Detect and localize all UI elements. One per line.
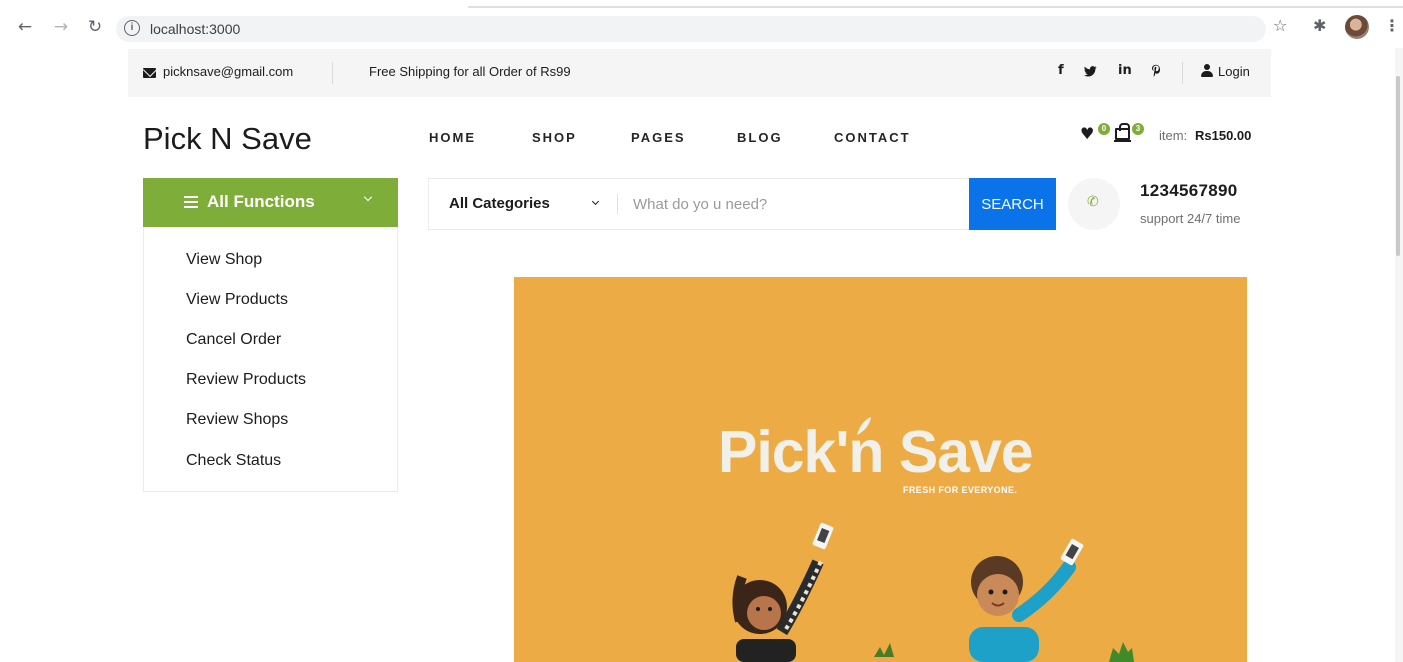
profile-avatar[interactable] [1345,15,1369,39]
functions-list: View Shop View Products Cancel Order Rev… [143,227,398,492]
nav-contact[interactable]: CONTACT [834,130,911,145]
address-bar[interactable]: i localhost:3000 [116,16,1266,42]
nav-blog[interactable]: BLOG [737,130,783,145]
cart-total-price: Rs150.00 [1195,128,1252,143]
phone-number: 1234567890 [1140,181,1238,200]
header-icons: ♥ 0 3 [1080,123,1144,145]
phone-badge: ✆ [1068,178,1120,230]
divider [617,194,618,214]
function-check-status[interactable]: Check Status [186,452,281,470]
star-icon[interactable]: ☆ [1273,16,1287,40]
wishlist-heart-icon[interactable]: ♥ [1080,126,1094,142]
extensions-icon[interactable]: ✱ [1313,16,1326,40]
function-review-products[interactable]: Review Products [186,371,306,389]
login-link[interactable]: Login [1218,64,1250,79]
chevron-down-icon [363,192,373,202]
cart-bag-icon[interactable] [1114,123,1131,142]
tab-strip [0,6,1403,8]
info-icon[interactable]: i [124,20,140,36]
twitter-icon[interactable] [1084,66,1097,77]
nav-shop[interactable]: SHOP [532,130,577,145]
contact-email: picknsave@gmail.com [163,64,294,79]
address-url: localhost:3000 [150,21,241,37]
hero-banner[interactable]: Pick'n Save FRESH FOR EVERYONE. [514,277,1247,662]
search-form: All Categories [428,178,1056,230]
category-select[interactable]: All Categories [449,195,550,212]
more-menu-icon[interactable]: ⋮ [1384,16,1400,40]
hero-tagline: FRESH FOR EVERYONE. [903,485,1018,495]
user-icon[interactable] [1201,64,1213,78]
mail-icon [143,68,156,78]
top-info-bar: picknsave@gmail.com Free Shipping for al… [128,49,1271,97]
pinterest-icon[interactable] [1151,64,1161,78]
linkedin-icon[interactable]: in [1118,63,1132,78]
cart-count-badge: 3 [1132,123,1144,135]
support-hours: support 24/7 time [1140,211,1241,226]
all-functions-toggle[interactable]: All Functions [143,178,398,227]
all-functions-title: All Functions [207,192,315,211]
function-view-shop[interactable]: View Shop [186,251,262,269]
function-review-shops[interactable]: Review Shops [186,411,288,429]
shipping-notice: Free Shipping for all Order of Rs99 [369,64,571,79]
browser-chrome: ← → ↻ i localhost:3000 ☆ ✱ ⋮ [0,0,1403,44]
divider [1182,62,1183,84]
back-arrow-icon[interactable]: ← [14,16,36,38]
cart-item-label: item: [1159,128,1188,143]
function-view-products[interactable]: View Products [186,291,288,309]
wishlist-count-badge: 0 [1098,123,1110,135]
nav-pages[interactable]: PAGES [631,130,686,145]
forward-arrow-icon[interactable]: → [50,16,72,38]
function-cancel-order[interactable]: Cancel Order [186,331,281,349]
search-button[interactable]: SEARCH [969,178,1056,230]
hero-brand-title: Pick'n Save [718,419,1034,485]
search-input[interactable] [633,191,963,217]
hamburger-icon [184,196,198,208]
chevron-down-icon[interactable] [591,197,600,206]
phone-icon: ✆ [1087,194,1099,210]
reload-icon[interactable]: ↻ [84,16,106,38]
nav-home[interactable]: HOME [429,130,476,145]
site-logo[interactable]: Pick N Save [143,121,312,157]
divider [332,62,333,84]
facebook-icon[interactable]: f [1058,63,1064,78]
page-scrollbar[interactable] [1395,48,1403,662]
